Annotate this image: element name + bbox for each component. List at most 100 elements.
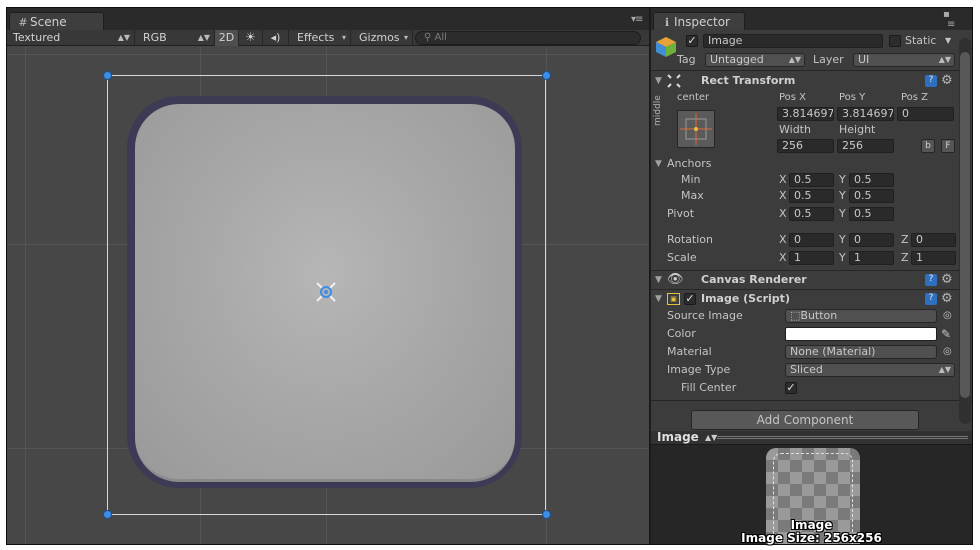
scrollbar-thumb[interactable]	[960, 52, 970, 398]
pivot-label: Pivot	[667, 207, 695, 220]
resize-handle-top-left[interactable]	[103, 71, 112, 80]
anchor-max-y-field[interactable]: 0.5	[849, 189, 894, 203]
gear-icon[interactable]: ⚙	[941, 291, 953, 307]
pos-z-field[interactable]: 0	[897, 107, 954, 121]
anchors-row[interactable]: ▼ Anchors	[651, 156, 972, 172]
gear-icon[interactable]: ⚙	[941, 73, 953, 89]
color-swatch[interactable]	[785, 327, 937, 341]
help-icon[interactable]: ?	[925, 274, 937, 286]
rotation-y-field[interactable]: 0	[849, 233, 894, 247]
render-mode-dropdown[interactable]: Textured ▲▼	[7, 30, 135, 46]
rotation-z-field[interactable]: 0	[911, 233, 956, 247]
dropdown-arrows-icon: ▲▼	[117, 33, 130, 42]
foldout-arrow-icon[interactable]: ▼	[655, 156, 662, 172]
search-icon: ⚲	[424, 32, 432, 43]
static-dropdown-arrow-icon[interactable]: ▼	[945, 33, 951, 49]
fill-center-checkbox[interactable]: ✓	[785, 382, 797, 394]
image-script-header[interactable]: ▼ ▣ ✓ Image (Script) ? ⚙	[651, 291, 972, 307]
pivot-anchor-icon[interactable]	[314, 280, 338, 304]
active-checkbox[interactable]: ✓	[686, 35, 698, 47]
width-field[interactable]: 256	[777, 139, 834, 153]
layer-dropdown[interactable]: UI ▲▼	[853, 53, 955, 67]
inspector-scrollbar[interactable]	[959, 38, 971, 424]
scene-viewport[interactable]	[7, 47, 649, 544]
gear-icon[interactable]: ⚙	[941, 272, 953, 288]
dropdown-arrow-icon: ▾	[403, 33, 408, 42]
scene-panel-menu-icon[interactable]: ▾≡	[631, 15, 643, 25]
effects-label: Effects	[297, 31, 335, 44]
gizmos-dropdown[interactable]: Gizmos ▾	[353, 30, 413, 46]
rect-transform-header[interactable]: ▼ Rect Transform ? ⚙	[651, 73, 972, 89]
material-row: Material None (Material) ◎	[651, 344, 972, 360]
anchor-min-row: Min X 0.5 Y 0.5	[651, 172, 972, 188]
raw-edit-button[interactable]: F	[941, 139, 955, 153]
canvas-renderer-header[interactable]: ▼ 👁 Canvas Renderer ? ⚙	[651, 272, 972, 288]
inspector-menu-icon[interactable]: ≡	[947, 20, 955, 30]
grid-line	[546, 47, 547, 544]
eye-icon: 👁	[667, 272, 684, 287]
scene-panel: # Scene ▾≡ Textured ▲▼ RGB ▲▼ 2D ☀ ◂) Eff…	[7, 8, 649, 544]
object-picker-icon[interactable]: ◎	[943, 344, 952, 360]
scale-x-field[interactable]: 1	[789, 251, 834, 265]
add-component-button[interactable]: Add Component	[691, 410, 919, 430]
resize-handle-bottom-right[interactable]	[542, 510, 551, 519]
grid-line	[7, 54, 649, 55]
dropdown-arrows-icon: ▲▼	[938, 55, 951, 64]
scene-search-input[interactable]: ⚲ All	[415, 31, 641, 45]
image-enabled-checkbox[interactable]: ✓	[684, 293, 696, 305]
tab-inspector[interactable]: ℹ Inspector	[653, 12, 745, 30]
source-image-field[interactable]: ⬚Button	[785, 309, 937, 323]
tag-label: Tag	[677, 53, 696, 66]
object-picker-icon[interactable]: ◎	[943, 308, 952, 324]
color-label: Color	[667, 327, 696, 340]
pivot-y-field[interactable]: 0.5	[849, 207, 894, 221]
preview-header[interactable]: Image ▲▼	[651, 431, 972, 445]
image-type-dropdown[interactable]: Sliced ▲▼	[785, 363, 955, 377]
height-label: Height	[839, 123, 876, 136]
help-icon[interactable]: ?	[925, 293, 937, 305]
pos-y-field[interactable]: 3.814697	[837, 107, 894, 121]
eyedropper-icon[interactable]: ✎	[941, 326, 951, 342]
foldout-arrow-icon[interactable]: ▼	[655, 291, 662, 307]
resize-handle-top-right[interactable]	[542, 71, 551, 80]
tab-scene-label: Scene	[30, 15, 67, 29]
speaker-icon[interactable]: ◂)	[263, 30, 289, 46]
color-mode-dropdown[interactable]: RGB ▲▼	[137, 30, 215, 46]
material-field[interactable]: None (Material)	[785, 345, 937, 359]
z-label: Z	[901, 233, 909, 246]
pivot-x-field[interactable]: 0.5	[789, 207, 834, 221]
scale-z-field[interactable]: 1	[911, 251, 956, 265]
preview-dropdown-arrows-icon[interactable]: ▲▼	[705, 431, 717, 444]
rotation-x-field[interactable]: 0	[789, 233, 834, 247]
tab-scene[interactable]: # Scene	[9, 12, 104, 30]
scene-tabbar: # Scene ▾≡	[7, 8, 649, 30]
grid-line	[25, 47, 26, 544]
foldout-arrow-icon[interactable]: ▼	[655, 272, 662, 288]
y-label: Y	[839, 251, 846, 264]
fill-center-label: Fill Center	[681, 381, 737, 394]
effects-dropdown[interactable]: Effects ▾	[291, 30, 351, 46]
mode-2d-toggle[interactable]: 2D	[215, 30, 239, 46]
anchor-max-x-field[interactable]: 0.5	[789, 189, 834, 203]
inspector-tabbar: ℹ Inspector ▪ ≡	[651, 8, 972, 30]
blueprint-mode-button[interactable]: b	[921, 139, 935, 153]
y-label: Y	[839, 207, 846, 220]
tag-layer-row: Tag Untagged ▲▼ Layer UI ▲▼	[651, 52, 972, 68]
help-icon[interactable]: ?	[925, 75, 937, 87]
sun-icon[interactable]: ☀	[239, 30, 263, 46]
tag-dropdown[interactable]: Untagged ▲▼	[705, 53, 805, 67]
preview-title: Image	[657, 430, 699, 444]
anchor-min-y-field[interactable]: 0.5	[849, 173, 894, 187]
static-label: Static	[905, 34, 937, 47]
object-name-field[interactable]: Image	[703, 34, 883, 48]
scale-y-field[interactable]: 1	[849, 251, 894, 265]
preview-drag-handle[interactable]	[717, 436, 968, 439]
pos-x-field[interactable]: 3.814697	[777, 107, 834, 121]
static-checkbox[interactable]	[889, 35, 901, 47]
anchor-min-x-field[interactable]: 0.5	[789, 173, 834, 187]
resize-handle-bottom-left[interactable]	[103, 510, 112, 519]
image-type-value: Sliced	[790, 363, 823, 376]
height-field[interactable]: 256	[837, 139, 894, 153]
foldout-arrow-icon[interactable]: ▼	[655, 73, 662, 89]
divider	[651, 400, 972, 401]
